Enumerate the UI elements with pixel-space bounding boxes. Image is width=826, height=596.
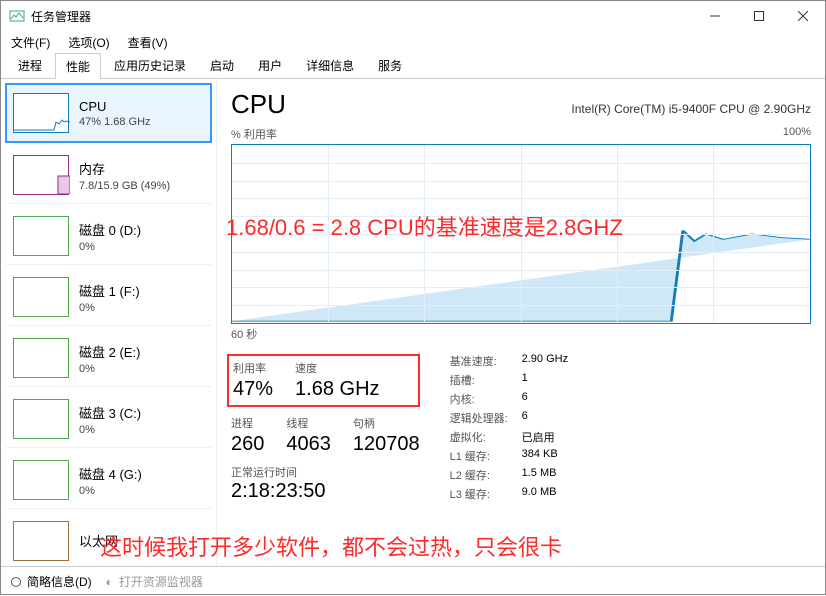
annotation-2: 这时候我打开多少软件，都不会过热，只会很卡 bbox=[100, 530, 562, 562]
pair-value: 384 KB bbox=[522, 448, 558, 464]
sidebar-item-sub: 0% bbox=[79, 241, 204, 253]
sidebar-item-label: 磁盘 1 (F:) bbox=[79, 281, 204, 300]
pair-value: 2.90 GHz bbox=[522, 353, 568, 369]
pair-value: 9.0 MB bbox=[522, 486, 557, 502]
net-thumb-icon bbox=[13, 521, 69, 561]
sidebar-item-sub: 0% bbox=[79, 424, 204, 436]
tab-app-history[interactable]: 应用历史记录 bbox=[103, 52, 197, 78]
stat-speed-value: 1.68 GHz bbox=[295, 378, 379, 401]
stat-handles-value: 120708 bbox=[353, 433, 420, 456]
content-area: CPU 47% 1.68 GHz 内存 7.8/15.9 GB (49%) 磁盘 0… bbox=[1, 79, 825, 566]
disk-thumb-icon bbox=[13, 399, 69, 439]
disk-thumb-icon bbox=[13, 216, 69, 256]
menubar: 文件(F) 选项(O) 查看(V) bbox=[1, 31, 825, 53]
window-title: 任务管理器 bbox=[31, 8, 693, 25]
resmon-icon: ◐ bbox=[106, 575, 113, 589]
main-panel: CPU Intel(R) Core(TM) i5-9400F CPU @ 2.9… bbox=[217, 79, 825, 566]
app-icon bbox=[9, 8, 25, 24]
disk-thumb-icon bbox=[13, 338, 69, 378]
stat-proc-label: 进程 bbox=[231, 415, 264, 431]
chart-ylabel: % 利用率 bbox=[231, 126, 277, 142]
pair-label: 内核: bbox=[450, 391, 522, 407]
sidebar-item-label: 磁盘 2 (E:) bbox=[79, 342, 204, 361]
tab-services[interactable]: 服务 bbox=[367, 52, 413, 78]
maximize-button[interactable] bbox=[737, 1, 781, 31]
pair-label: L1 缓存: bbox=[450, 448, 522, 464]
sidebar-item-sub: 47% 1.68 GHz bbox=[79, 116, 204, 128]
pair-label: L2 缓存: bbox=[450, 467, 522, 483]
tab-startup[interactable]: 启动 bbox=[199, 52, 245, 78]
chart-ymax: 100% bbox=[783, 126, 811, 142]
menu-view[interactable]: 查看(V) bbox=[124, 32, 172, 53]
pair-label: 虚拟化: bbox=[450, 429, 522, 445]
sidebar-item-label: 内存 bbox=[79, 159, 204, 178]
statusbar: 简略信息(D) ◐ 打开资源监视器 bbox=[1, 566, 825, 596]
stat-threads-label: 线程 bbox=[286, 415, 331, 431]
sidebar-item-sub: 0% bbox=[79, 485, 204, 497]
tab-users[interactable]: 用户 bbox=[247, 52, 293, 78]
chart-xlabel: 60 秒 bbox=[231, 326, 811, 342]
tabbar: 进程 性能 应用历史记录 启动 用户 详细信息 服务 bbox=[1, 53, 825, 79]
memory-thumb-icon bbox=[13, 155, 69, 195]
brief-info-link[interactable]: 简略信息(D) bbox=[27, 573, 92, 590]
tab-details[interactable]: 详细信息 bbox=[295, 52, 365, 78]
tab-performance[interactable]: 性能 bbox=[55, 53, 101, 79]
pair-value: 1.5 MB bbox=[522, 467, 557, 483]
sidebar-item-label: 磁盘 4 (G:) bbox=[79, 464, 204, 483]
close-button[interactable] bbox=[781, 1, 825, 31]
sidebar-item-sub: 7.8/15.9 GB (49%) bbox=[79, 180, 204, 192]
pair-value: 1 bbox=[522, 372, 528, 388]
sidebar-item-cpu[interactable]: CPU 47% 1.68 GHz bbox=[5, 83, 212, 143]
sidebar-item-disk-g[interactable]: 磁盘 4 (G:) 0% bbox=[5, 450, 212, 509]
stat-util-label: 利用率 bbox=[233, 360, 273, 376]
sidebar-item-label: 磁盘 3 (C:) bbox=[79, 403, 204, 422]
pair-label: L3 缓存: bbox=[450, 486, 522, 502]
stat-handles-label: 句柄 bbox=[353, 415, 420, 431]
pair-label: 插槽: bbox=[450, 372, 522, 388]
sidebar-item-sub: 0% bbox=[79, 302, 204, 314]
stat-speed-label: 速度 bbox=[295, 360, 379, 376]
open-resmon-link[interactable]: 打开资源监视器 bbox=[119, 573, 203, 590]
sidebar-item-disk-d[interactable]: 磁盘 0 (D:) 0% bbox=[5, 206, 212, 265]
disk-thumb-icon bbox=[13, 277, 69, 317]
stat-proc-value: 260 bbox=[231, 433, 264, 456]
sidebar: CPU 47% 1.68 GHz 内存 7.8/15.9 GB (49%) 磁盘 0… bbox=[1, 79, 217, 566]
uptime-label: 正常运行时间 bbox=[231, 464, 420, 480]
menu-options[interactable]: 选项(O) bbox=[64, 32, 113, 53]
sidebar-item-disk-e[interactable]: 磁盘 2 (E:) 0% bbox=[5, 328, 212, 387]
menu-file[interactable]: 文件(F) bbox=[7, 32, 54, 53]
sidebar-item-disk-c[interactable]: 磁盘 3 (C:) 0% bbox=[5, 389, 212, 448]
sidebar-item-sub: 0% bbox=[79, 363, 204, 375]
cpu-thumb-icon bbox=[13, 93, 69, 133]
pair-value: 已启用 bbox=[522, 429, 555, 445]
pair-label: 基准速度: bbox=[450, 353, 522, 369]
sidebar-item-label: 磁盘 0 (D:) bbox=[79, 220, 204, 239]
titlebar: 任务管理器 bbox=[1, 1, 825, 31]
page-title: CPU bbox=[231, 89, 286, 120]
pair-value: 6 bbox=[522, 410, 528, 426]
sidebar-item-label: CPU bbox=[79, 99, 204, 114]
stat-threads-value: 4063 bbox=[286, 433, 331, 456]
cpu-model: Intel(R) Core(TM) i5-9400F CPU @ 2.90GHz bbox=[571, 102, 811, 116]
tab-processes[interactable]: 进程 bbox=[7, 52, 53, 78]
stat-util-value: 47% bbox=[233, 378, 273, 401]
sidebar-item-disk-f[interactable]: 磁盘 1 (F:) 0% bbox=[5, 267, 212, 326]
pair-label: 逻辑处理器: bbox=[450, 410, 522, 426]
uptime-value: 2:18:23:50 bbox=[231, 480, 420, 503]
sidebar-item-memory[interactable]: 内存 7.8/15.9 GB (49%) bbox=[5, 145, 212, 204]
annotation-1: 1.68/0.6 = 2.8 CPU的基准速度是2.8GHZ bbox=[226, 210, 623, 242]
collapse-icon[interactable] bbox=[11, 577, 21, 587]
disk-thumb-icon bbox=[13, 460, 69, 500]
minimize-button[interactable] bbox=[693, 1, 737, 31]
pair-value: 6 bbox=[522, 391, 528, 407]
